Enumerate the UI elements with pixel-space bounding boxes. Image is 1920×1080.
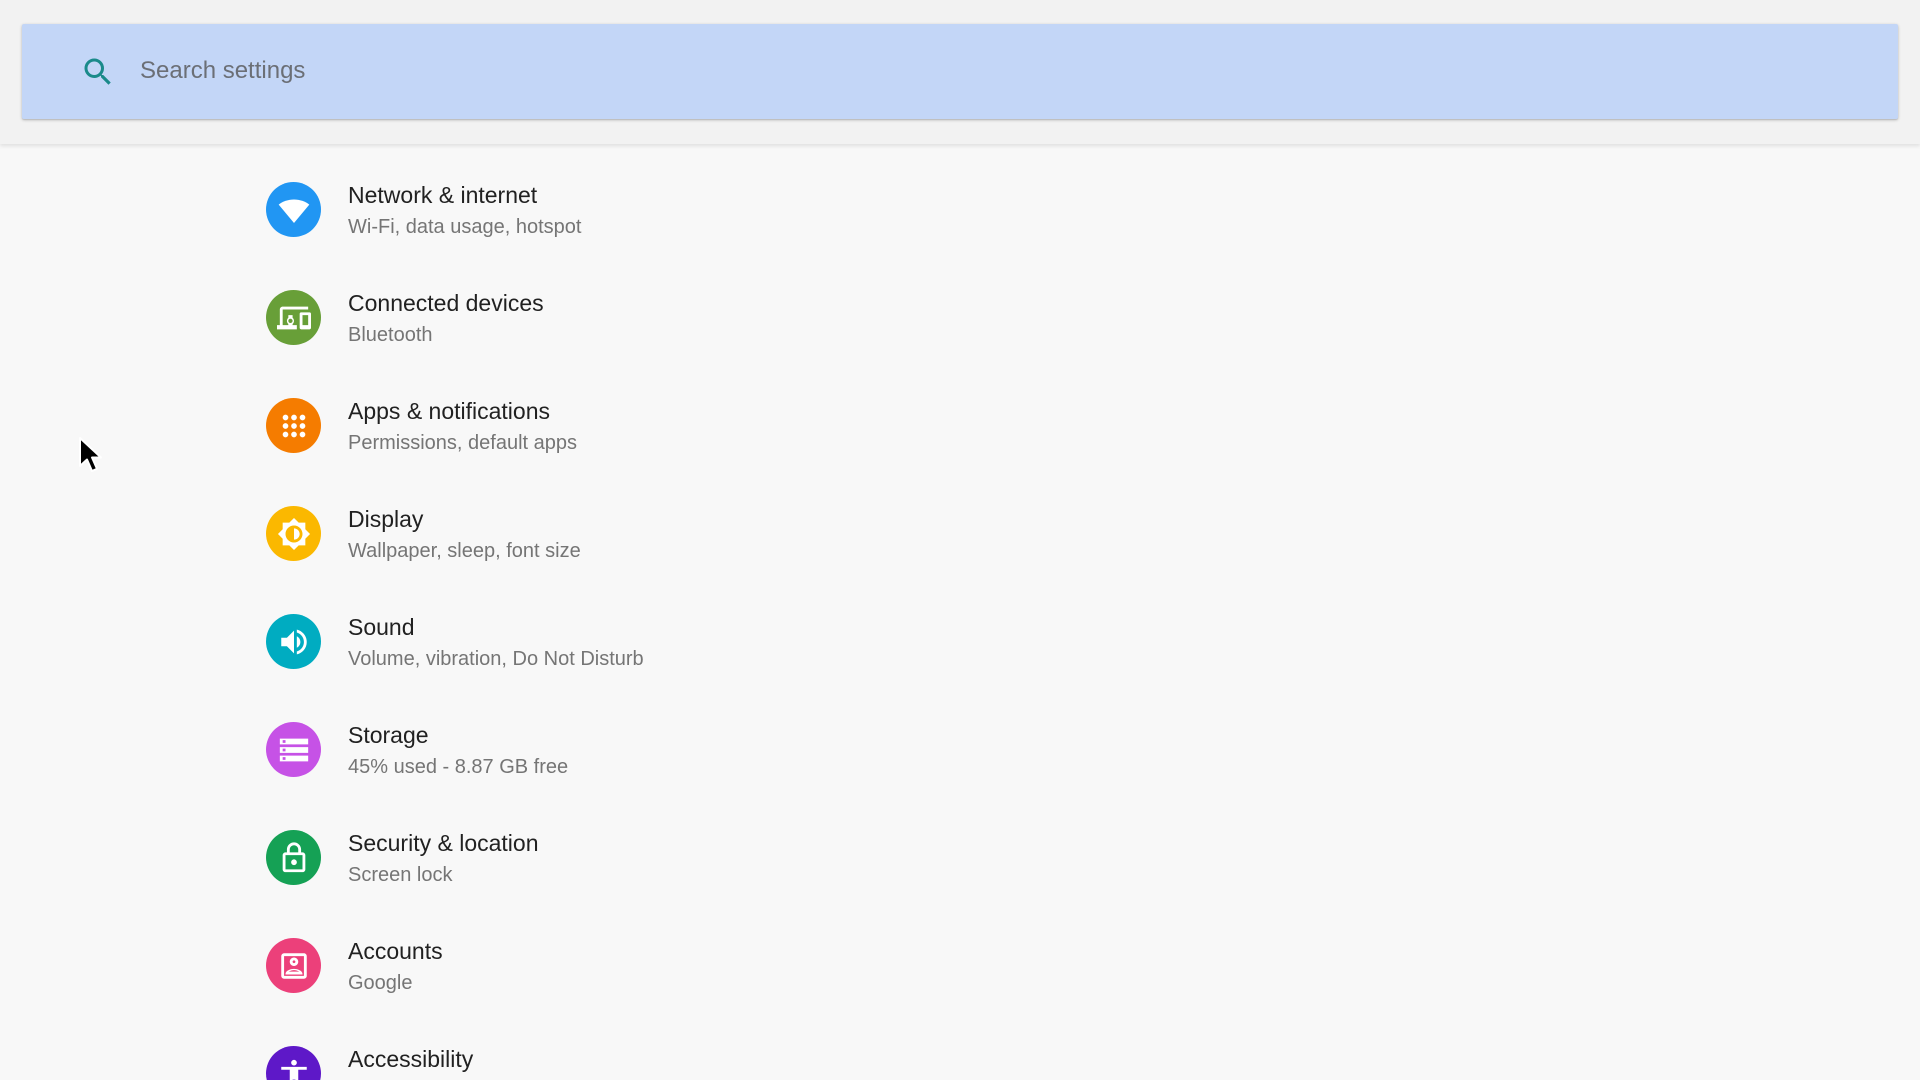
search-bar[interactable] — [22, 24, 1898, 119]
search-toolbar — [0, 0, 1920, 144]
mouse-cursor-icon — [79, 437, 102, 472]
setting-title: Storage — [348, 722, 429, 748]
setting-title: Sound — [348, 614, 415, 640]
setting-accessibility[interactable]: Accessibility — [241, 1008, 1681, 1080]
setting-title: Accessibility — [348, 1046, 474, 1072]
setting-summary: Permissions, default apps — [348, 432, 578, 454]
setting-sound[interactable]: Sound Volume, vibration, Do Not Disturb — [241, 576, 1681, 684]
apps-icon — [266, 398, 321, 453]
search-input[interactable] — [140, 46, 1840, 96]
accessibility-icon — [266, 1046, 321, 1080]
account-icon — [266, 938, 321, 993]
setting-storage[interactable]: Storage 45% used - 8.87 GB free — [241, 684, 1681, 792]
setting-title: Security & location — [348, 830, 539, 856]
lock-icon — [266, 830, 321, 885]
brightness-icon — [266, 506, 321, 561]
setting-summary: Bluetooth — [348, 324, 433, 346]
setting-summary: Volume, vibration, Do Not Disturb — [348, 648, 644, 670]
setting-title: Display — [348, 506, 424, 532]
devices-icon — [266, 290, 321, 345]
setting-security-location[interactable]: Security & location Screen lock — [241, 792, 1681, 900]
setting-summary: Wallpaper, sleep, font size — [348, 540, 581, 562]
settings-content: Network & internet Wi-Fi, data usage, ho… — [0, 144, 1920, 1080]
setting-network-internet[interactable]: Network & internet Wi-Fi, data usage, ho… — [241, 144, 1681, 252]
setting-summary: Screen lock — [348, 864, 453, 886]
setting-summary: 45% used - 8.87 GB free — [348, 756, 569, 778]
setting-connected-devices[interactable]: Connected devices Bluetooth — [241, 252, 1681, 360]
setting-summary: Wi-Fi, data usage, hotspot — [348, 216, 582, 238]
wifi-icon — [266, 182, 321, 237]
setting-display[interactable]: Display Wallpaper, sleep, font size — [241, 468, 1681, 576]
settings-list: Network & internet Wi-Fi, data usage, ho… — [241, 144, 1681, 1080]
setting-title: Connected devices — [348, 290, 544, 316]
setting-apps-notifications[interactable]: Apps & notifications Permissions, defaul… — [241, 360, 1681, 468]
setting-accounts[interactable]: Accounts Google — [241, 900, 1681, 1008]
volume-icon — [266, 614, 321, 669]
setting-title: Network & internet — [348, 182, 538, 208]
setting-summary: Google — [348, 972, 413, 994]
setting-title: Accounts — [348, 938, 443, 964]
search-icon — [84, 58, 111, 85]
setting-title: Apps & notifications — [348, 398, 551, 424]
storage-icon — [266, 722, 321, 777]
